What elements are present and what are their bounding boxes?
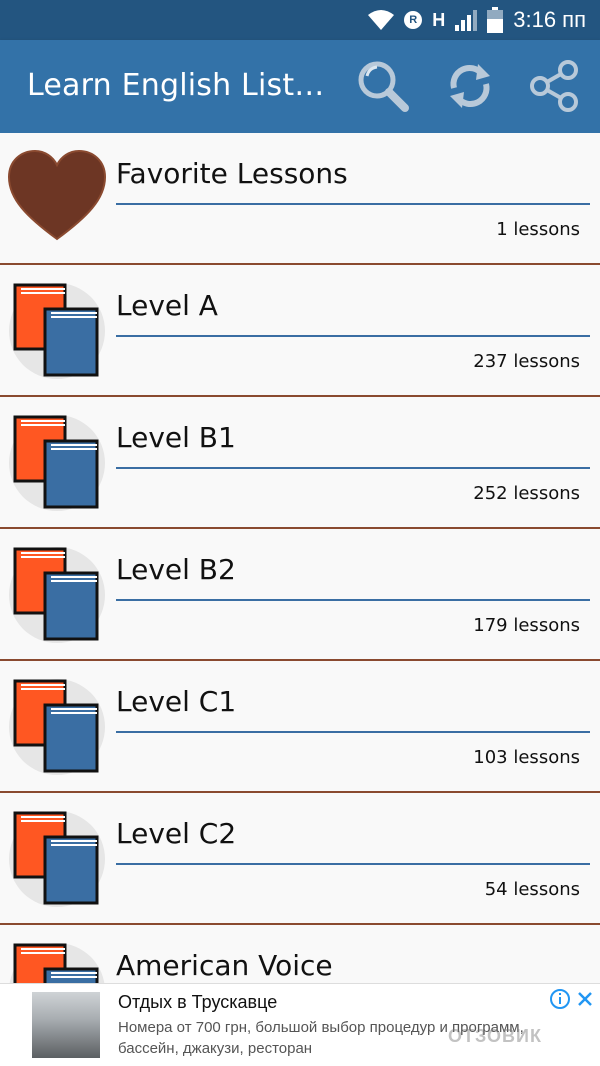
lesson-count: 179 lessons <box>473 615 580 636</box>
lesson-name: Level C2 <box>116 817 237 850</box>
app-title: Learn English List… <box>27 68 325 103</box>
clock: 3:16 пп <box>513 7 586 32</box>
battery-icon <box>487 7 504 33</box>
share-icon[interactable] <box>526 58 582 114</box>
list-item-level-a[interactable]: Level A 237 lessons <box>0 265 600 397</box>
lesson-list: Favorite Lessons 1 lessons Level A 237 l… <box>0 133 600 1057</box>
status-bar: ? R H 3:16 пп <box>0 0 600 40</box>
lesson-name: Level A <box>116 289 218 322</box>
lesson-name: Level B2 <box>116 553 236 586</box>
ad-image <box>32 992 100 1058</box>
books-icon <box>9 415 105 511</box>
ad-banner[interactable]: Отдых в Трускавце Номера от 700 грн, бол… <box>0 983 600 1066</box>
lesson-count: 103 lessons <box>473 747 580 768</box>
list-item-level-b2[interactable]: Level B2 179 lessons <box>0 529 600 661</box>
divider <box>116 599 590 601</box>
list-item-level-b1[interactable]: Level B1 252 lessons <box>0 397 600 529</box>
divider <box>116 863 590 865</box>
list-item-level-c1[interactable]: Level C1 103 lessons <box>0 661 600 793</box>
svg-text:?: ? <box>386 21 392 31</box>
lesson-name: Favorite Lessons <box>116 157 348 190</box>
heart-icon <box>7 149 107 241</box>
close-icon[interactable] <box>576 990 594 1008</box>
network-type-label: H <box>432 9 446 30</box>
search-icon[interactable] <box>355 58 411 114</box>
app-toolbar: Learn English List… <box>0 40 600 133</box>
lesson-name: Level C1 <box>116 685 237 718</box>
refresh-icon[interactable] <box>442 58 498 114</box>
list-item-level-c2[interactable]: Level C2 54 lessons <box>0 793 600 925</box>
watermark: ОТЗОВИК <box>448 1026 542 1046</box>
lesson-name: American Voice <box>116 949 333 982</box>
divider <box>116 467 590 469</box>
ad-title: Отдых в Трускавце <box>118 992 278 1012</box>
divider <box>116 731 590 733</box>
roaming-icon: R <box>404 11 423 29</box>
lesson-count: 1 lessons <box>496 219 580 240</box>
books-icon <box>9 547 105 643</box>
lesson-count: 237 lessons <box>473 351 580 372</box>
divider <box>116 203 590 205</box>
wifi-icon: ? <box>368 10 395 31</box>
signal-icon <box>455 10 478 31</box>
books-icon <box>9 679 105 775</box>
list-item-favorite-lessons[interactable]: Favorite Lessons 1 lessons <box>0 133 600 265</box>
books-icon <box>9 811 105 907</box>
lesson-count: 54 lessons <box>484 879 580 900</box>
books-icon <box>9 283 105 379</box>
lesson-count: 252 lessons <box>473 483 580 504</box>
divider <box>116 335 590 337</box>
info-icon[interactable] <box>550 989 570 1009</box>
lesson-name: Level B1 <box>116 421 236 454</box>
